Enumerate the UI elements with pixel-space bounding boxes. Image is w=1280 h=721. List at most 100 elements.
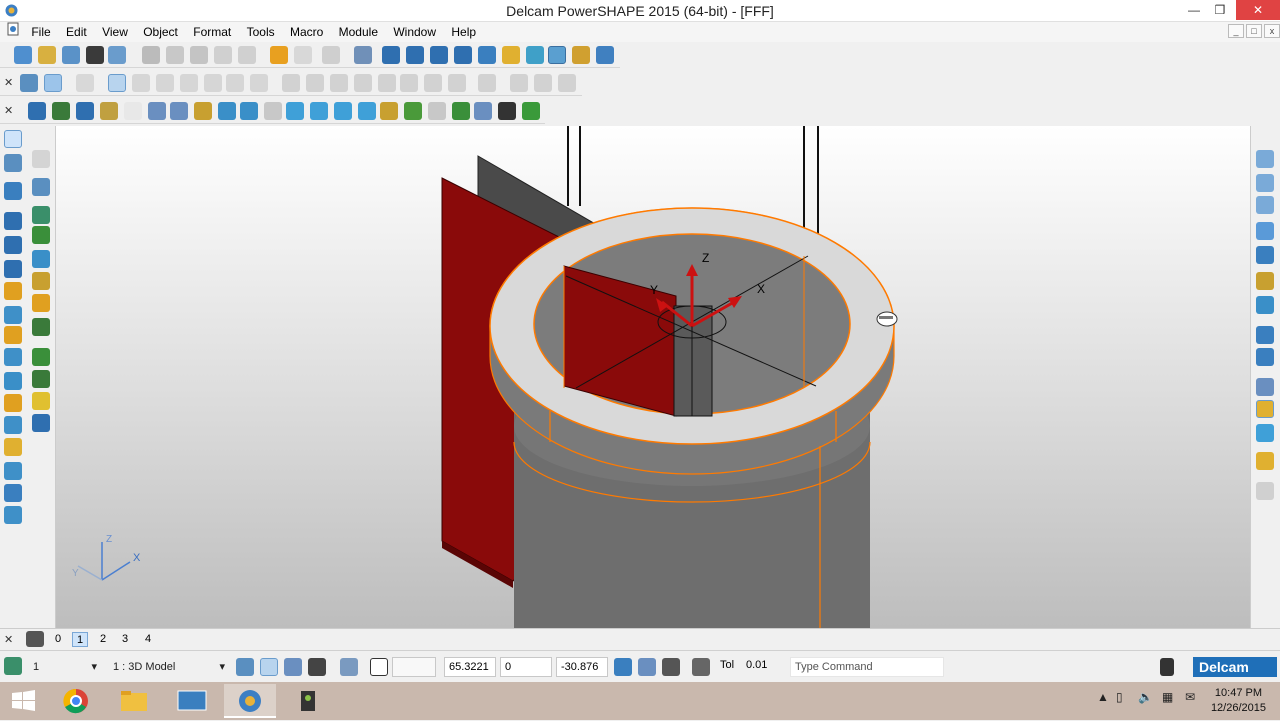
level-4[interactable]: 4 [140,632,156,647]
filter-mesh-icon[interactable] [282,74,300,92]
tray-network-icon[interactable]: ▦ [1162,690,1173,704]
filter-group-icon[interactable] [448,74,466,92]
zoom-out-icon[interactable] [1256,348,1274,366]
start-button[interactable] [0,684,46,718]
line-icon[interactable] [382,46,400,64]
view-front-icon[interactable] [310,102,328,120]
curve-icon[interactable] [406,46,424,64]
filter-text-icon[interactable] [250,74,268,92]
sub-tool-2-icon[interactable] [32,178,50,196]
new-icon[interactable] [14,46,32,64]
model-select[interactable]: 1 : 3D Model ▾ [108,657,230,677]
menu-view[interactable]: View [96,23,134,41]
filter-compcurve-icon[interactable] [424,74,442,92]
tray-expand-icon[interactable]: ▲ [1097,690,1109,704]
drafting-tool-icon[interactable] [4,372,22,390]
view-iso3-icon[interactable] [218,102,236,120]
filter-annotation-icon[interactable] [378,74,396,92]
solid-icon[interactable] [526,46,544,64]
wire-status-icon[interactable] [236,658,254,676]
surface-icon[interactable] [502,46,520,64]
view-bottom-icon[interactable] [404,102,422,120]
remote-taskbar-app[interactable] [166,684,218,718]
filter-curve-icon[interactable] [156,74,174,92]
filter-lamina-icon[interactable] [400,74,418,92]
assembly-icon[interactable] [572,46,590,64]
cursor-icon[interactable] [124,102,142,120]
level-select[interactable]: 1 ▾ [28,657,102,677]
model-scene[interactable]: Z X Y Z X Y [56,126,1250,628]
coord-x-field[interactable]: 65.3221 [444,657,496,677]
sub-tool-7-icon[interactable] [32,294,50,312]
view-iso5-icon[interactable] [264,102,282,120]
symbol-tool-icon[interactable] [4,438,22,456]
solid-tool-icon[interactable] [4,282,22,300]
workplane-tool-icon[interactable] [4,154,22,172]
filter-feature-icon[interactable] [510,74,528,92]
dimension-tool-icon[interactable] [4,416,22,434]
shaded-wire-icon[interactable] [1256,424,1274,442]
render-icon[interactable] [522,102,540,120]
spin-icon[interactable] [100,102,118,120]
grid-icon[interactable] [370,658,388,676]
menu-module[interactable]: Module [333,23,384,41]
chrome-taskbar-app[interactable] [50,684,102,718]
mdi-minimize-button[interactable]: _ [1228,24,1244,38]
copy-icon[interactable] [166,46,184,64]
edit-icon[interactable] [214,46,232,64]
surface-tool-icon[interactable] [4,182,22,200]
open-icon[interactable] [38,46,56,64]
filter-all-icon[interactable] [558,74,576,92]
level-1[interactable]: 1 [72,632,88,647]
shaded-icon[interactable] [1256,400,1274,418]
recorder-taskbar-app[interactable] [282,684,334,718]
view-cube-icon[interactable] [148,102,166,120]
view-left-icon[interactable] [358,102,376,120]
powershape-taskbar-app[interactable] [224,684,276,718]
shading-icon[interactable] [452,102,470,120]
taskbar-clock[interactable]: 10:47 PM 12/26/2015 [1211,686,1266,716]
command-input[interactable]: Type Command [790,657,944,677]
circle-icon[interactable] [430,46,448,64]
open-model-icon[interactable] [62,46,80,64]
close-toolbar-icon[interactable]: ✕ [4,77,14,89]
menu-tools[interactable]: Tools [241,23,281,41]
workplane-mode-icon[interactable] [340,658,358,676]
transform-icon[interactable] [322,46,340,64]
print-icon[interactable] [108,46,126,64]
menu-help[interactable]: Help [445,23,482,41]
tray-message-icon[interactable]: ✉ [1185,690,1195,704]
electrode-icon[interactable] [596,46,614,64]
level-2[interactable]: 2 [95,632,111,647]
line-tool-icon[interactable] [4,212,22,230]
filter-arc-icon[interactable] [180,74,198,92]
filter-solid-icon[interactable] [132,74,150,92]
coord-calc-icon[interactable] [614,658,632,676]
feature-tool-icon[interactable] [4,394,22,412]
mesh-tool-icon[interactable] [4,348,22,366]
object-status-icon[interactable] [284,658,302,676]
sub-tool-6-icon[interactable] [32,272,50,290]
view-top-icon[interactable] [286,102,304,120]
sub-tool-11-icon[interactable] [32,392,50,410]
close-level-bar-icon[interactable]: ✕ [4,634,14,646]
section-icon[interactable] [474,102,492,120]
assembly-tool-icon[interactable] [4,306,22,324]
filter-symbol-icon[interactable] [306,74,324,92]
tray-volume-icon[interactable]: 🔈 [1138,690,1153,704]
lighting-icon[interactable] [428,102,446,120]
menu-format[interactable]: Format [187,23,237,41]
tray-power-icon[interactable]: ▯ [1116,690,1123,704]
level-0[interactable]: 0 [50,632,66,647]
view-iso4-icon[interactable] [240,102,258,120]
sub-tool-3-icon[interactable] [32,206,50,224]
filter-dimension-icon[interactable] [330,74,348,92]
menu-file[interactable]: File [25,23,56,41]
arc-tool-icon[interactable] [4,236,22,254]
filter-workplane-icon[interactable] [354,74,372,92]
sub-tool-10-icon[interactable] [32,370,50,388]
sub-tool-4-icon[interactable] [32,226,50,244]
mesh-icon[interactable] [548,46,566,64]
explorer-taskbar-app[interactable] [108,684,160,718]
draft-shade-icon[interactable] [1256,452,1274,470]
